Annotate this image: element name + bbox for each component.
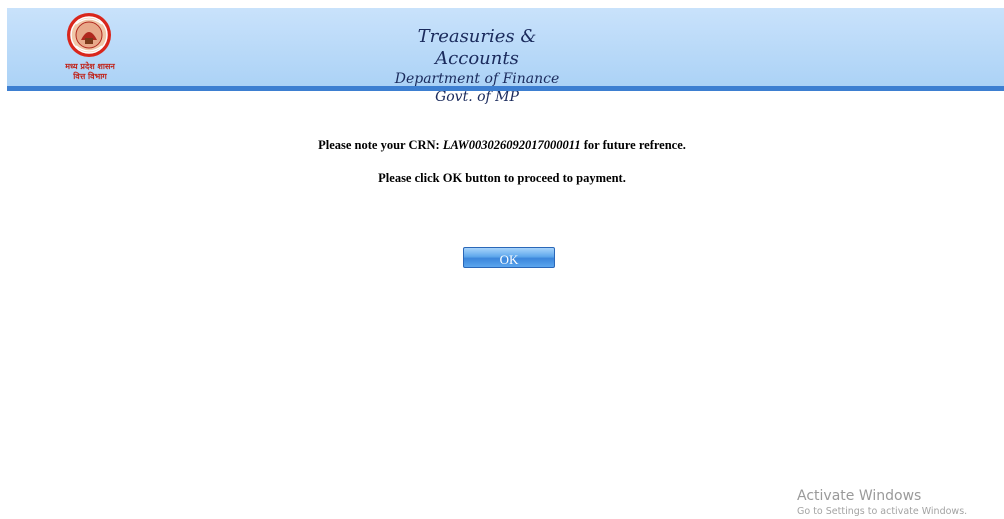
page-header: मध्य प्रदेश शासन वित्त विभाग Treasuries … bbox=[7, 8, 1004, 105]
crn-message: Please note your CRN: LAW003026092017000… bbox=[0, 138, 1004, 153]
proceed-instruction: Please click OK button to proceed to pay… bbox=[378, 171, 626, 185]
header-titles: Treasuries & Accounts Department of Fina… bbox=[377, 26, 577, 106]
payment-confirmation-page: मध्य प्रदेश शासन वित्त विभाग Treasuries … bbox=[0, 0, 1004, 519]
crn-prefix: Please note your CRN: bbox=[318, 138, 440, 152]
ok-button[interactable]: OK bbox=[463, 247, 555, 268]
emblem-caption-hindi-department: वित्त विभाग bbox=[73, 72, 107, 81]
app-title: Treasuries & Accounts bbox=[417, 26, 537, 69]
state-emblem-icon bbox=[67, 13, 111, 57]
activate-windows-title: Activate Windows bbox=[797, 488, 922, 504]
activate-windows-subtitle: Go to Settings to activate Windows. bbox=[797, 506, 968, 517]
crn-number: LAW003026092017000011 bbox=[442, 138, 581, 152]
emblem-caption-hindi-state: मध्य प्रदेश शासन bbox=[65, 62, 115, 71]
header-divider bbox=[7, 86, 1004, 91]
crn-suffix: for future refrence. bbox=[583, 138, 686, 152]
